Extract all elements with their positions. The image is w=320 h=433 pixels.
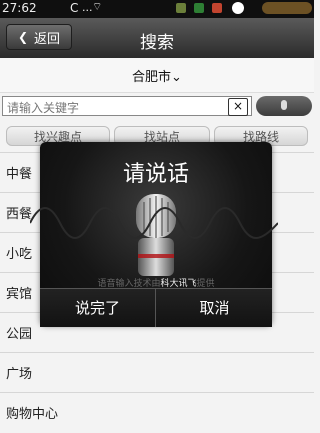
list-item[interactable]: 广场 <box>0 352 314 392</box>
list-item-label: 宾馆 <box>6 287 33 302</box>
city-label: 合肥市 <box>132 70 172 85</box>
signal-icon: ... <box>82 1 93 14</box>
divider <box>155 289 156 327</box>
list-item-label: 购物中心 <box>6 407 59 422</box>
search-input[interactable]: 请输入关键字 <box>2 96 252 116</box>
microphone-icon <box>281 100 287 110</box>
city-selector[interactable]: 合肥市⌄ <box>0 66 314 85</box>
list-item-label: 中餐 <box>6 167 33 182</box>
notification-icon <box>194 3 204 13</box>
list-item-label: 小吃 <box>6 247 33 262</box>
list-item-label: 西餐 <box>6 207 33 222</box>
notification-icon <box>212 3 222 13</box>
done-speaking-button[interactable]: 说完了 <box>40 289 155 327</box>
list-item[interactable]: 购物中心 <box>0 392 314 432</box>
list-item-label: 公园 <box>6 327 33 342</box>
clear-button[interactable]: × <box>228 98 248 116</box>
status-bar: 27:62 C ... ⌔ <box>0 0 314 18</box>
page-title: 搜索 <box>140 33 174 53</box>
voice-input-button[interactable] <box>256 96 312 116</box>
carrier-icon: C <box>70 1 79 15</box>
status-time: 27:62 <box>2 1 37 15</box>
chevron-down-icon: ⌄ <box>171 70 182 85</box>
battery-icon <box>262 2 312 14</box>
cancel-button[interactable]: 取消 <box>157 289 272 327</box>
dialog-button-bar: 说完了 取消 <box>40 288 272 327</box>
wifi-icon: ⌔ <box>92 0 103 13</box>
download-icon <box>232 2 244 14</box>
city-selector-bar: 合肥市⌄ <box>0 58 314 93</box>
notification-icon <box>176 3 186 13</box>
list-item-label: 广场 <box>6 367 33 382</box>
voice-waveform <box>30 207 278 239</box>
voice-prompt: 请说话 <box>122 162 189 187</box>
title-bar: ❮ 返回 搜索 <box>0 18 314 58</box>
search-row: 请输入关键字 × <box>0 94 314 120</box>
